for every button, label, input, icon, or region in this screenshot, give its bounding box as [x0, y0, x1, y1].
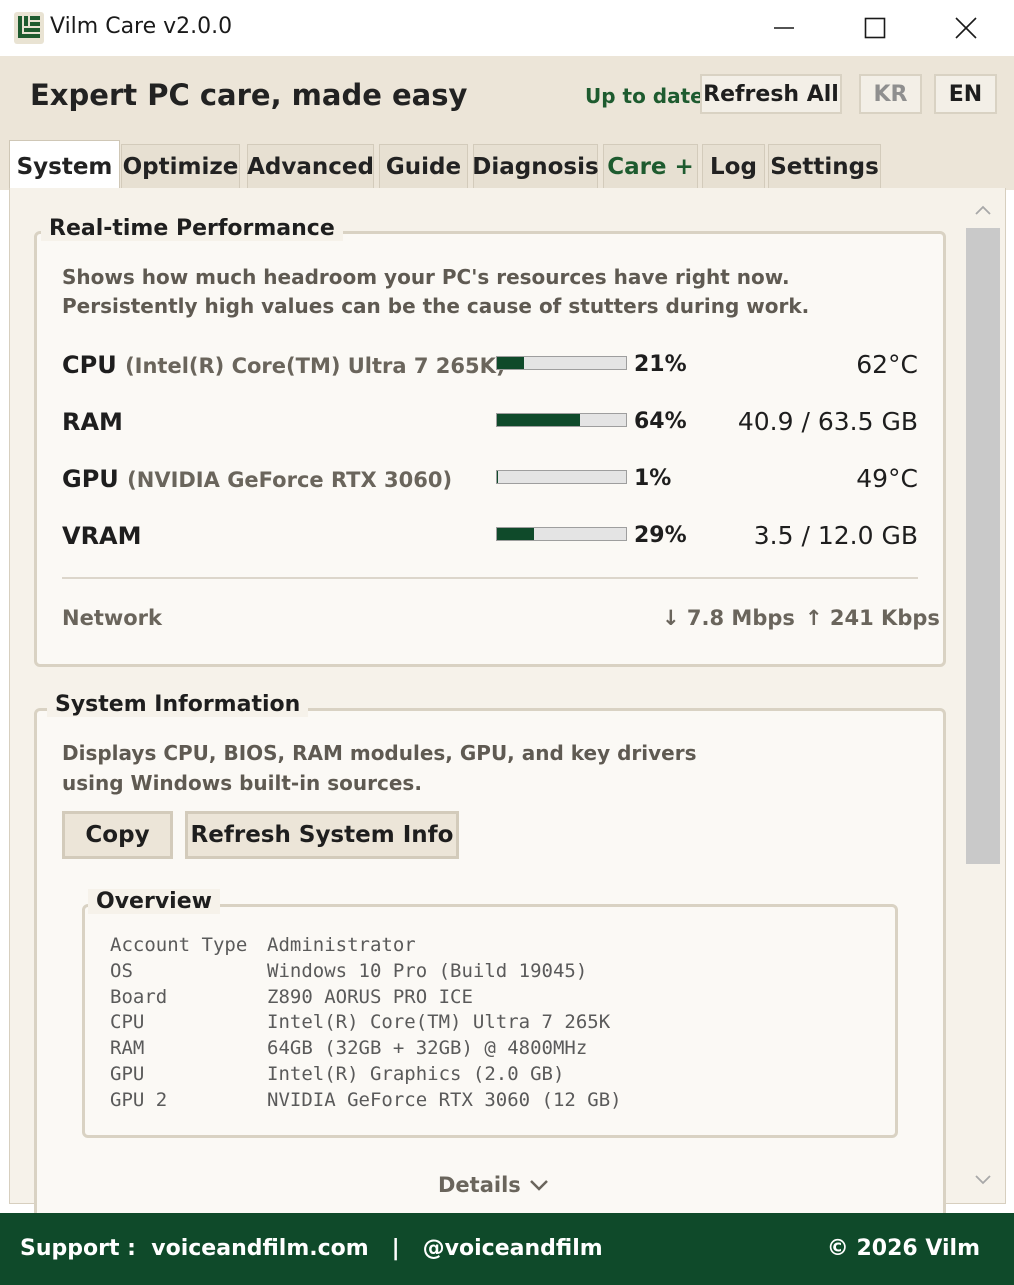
overview-value: Intel(R) Core(TM) Ultra 7 265K: [267, 1011, 611, 1034]
overview-key: Board: [110, 985, 168, 1008]
description-line: Displays CPU, BIOS, RAM modules, GPU, an…: [62, 741, 697, 765]
close-button[interactable]: [920, 0, 1012, 56]
metric-gpu-label: GPU (NVIDIA GeForce RTX 3060): [62, 465, 452, 493]
system-info-title: System Information: [47, 692, 309, 717]
gpu-percent: 1%: [634, 466, 672, 491]
update-status: Up to date: [585, 84, 704, 108]
chevron-down-icon: [529, 1180, 548, 1191]
overview-value: Windows 10 Pro (Build 19045): [267, 959, 588, 982]
overview-value: Intel(R) Graphics (2.0 GB): [267, 1062, 565, 1085]
cpu-usage-fill: [497, 357, 525, 369]
maximize-button[interactable]: [829, 0, 921, 56]
gpu-usage-bar: [496, 470, 627, 484]
overview-value: 64GB (32GB + 32GB) @ 4800MHz: [267, 1037, 588, 1060]
language-en-button[interactable]: EN: [934, 74, 997, 114]
metric-detail: (Intel(R) Core(TM) Ultra 7 265K): [125, 354, 506, 378]
maximize-icon: [864, 17, 886, 39]
cpu-usage-bar: [496, 356, 627, 370]
overview-value: NVIDIA GeForce RTX 3060 (12 GB): [267, 1088, 622, 1111]
copy-button[interactable]: Copy: [62, 811, 173, 859]
gpu-temperature: 49°C: [856, 464, 918, 493]
window-title: Vilm Care v2.0.0: [50, 14, 233, 39]
vram-percent: 29%: [634, 523, 687, 548]
ram-usage-bar: [496, 413, 627, 427]
overview-row: OS Windows 10 Pro (Build 19045): [110, 959, 622, 985]
cpu-percent: 21%: [634, 352, 687, 377]
tab-care-plus[interactable]: Care +: [603, 144, 698, 188]
vram-usage-value: 3.5 / 12.0 GB: [753, 521, 918, 550]
tab-guide[interactable]: Guide: [379, 144, 468, 188]
ram-usage-value: 40.9 / 63.5 GB: [737, 407, 918, 436]
footer: Support : voiceandfilm.com | @voiceandfi…: [0, 1213, 1014, 1285]
details-label: Details: [438, 1173, 521, 1197]
tab-optimize[interactable]: Optimize: [121, 144, 240, 188]
tab-advanced[interactable]: Advanced: [247, 144, 374, 188]
divider: [62, 577, 918, 579]
minimize-icon: [774, 27, 794, 29]
vertical-scrollbar[interactable]: [966, 198, 1000, 1198]
ram-usage-fill: [497, 414, 580, 426]
overview-row: Account Type Administrator: [110, 933, 622, 959]
overview-key: Account Type: [110, 934, 248, 956]
overview-row: GPU Intel(R) Graphics (2.0 GB): [110, 1062, 622, 1088]
refresh-system-info-button[interactable]: Refresh System Info: [185, 811, 459, 859]
network-upload-speed: ↑ 241 Kbps: [805, 606, 940, 630]
metric-name: RAM: [62, 408, 123, 436]
description-line: using Windows built-in sources.: [62, 771, 422, 795]
overview-key: OS: [110, 959, 133, 982]
metric-name: CPU: [62, 351, 117, 379]
overview-value: Administrator: [267, 934, 416, 956]
overview-value: Z890 AORUS PRO ICE: [267, 985, 473, 1008]
overview-row: CPU Intel(R) Core(TM) Ultra 7 265K: [110, 1010, 622, 1036]
overview-table: Account Type Administrator OS Windows 10 P…: [110, 933, 622, 1114]
vram-usage-fill: [497, 528, 535, 540]
cpu-temperature: 62°C: [856, 350, 918, 379]
minimize-button[interactable]: [738, 0, 830, 56]
metric-detail: (NVIDIA GeForce RTX 3060): [127, 468, 453, 492]
metric-name: VRAM: [62, 522, 142, 550]
title-bar: Vilm Care v2.0.0: [0, 0, 1014, 56]
overview-key: GPU 2: [110, 1088, 168, 1111]
close-icon: [955, 17, 977, 39]
metric-vram-label: VRAM: [62, 522, 142, 550]
support-links[interactable]: Support : voiceandfilm.com | @voiceandfi…: [20, 1236, 603, 1261]
copyright: © 2026 Vilm: [826, 1236, 980, 1261]
language-kr-button[interactable]: KR: [859, 74, 922, 114]
details-toggle[interactable]: Details: [438, 1173, 549, 1197]
tab-settings[interactable]: Settings: [768, 144, 881, 188]
overview-key: RAM: [110, 1037, 145, 1060]
overview-title: Overview: [88, 889, 220, 914]
overview-row: GPU 2 NVIDIA GeForce RTX 3060 (12 GB): [110, 1088, 622, 1114]
system-info-description: Displays CPU, BIOS, RAM modules, GPU, an…: [62, 738, 702, 798]
overview-row: Board Z890 AORUS PRO ICE: [110, 985, 622, 1011]
network-label: Network: [62, 606, 163, 630]
vram-usage-bar: [496, 527, 627, 541]
metric-name: GPU: [62, 465, 119, 493]
performance-title: Real-time Performance: [41, 216, 343, 241]
performance-description: Shows how much headroom your PC's resour…: [62, 265, 810, 318]
tagline: Expert PC care, made easy: [30, 78, 468, 112]
tab-bar: System Optimize Advanced Guide Diagnosis…: [0, 134, 1014, 192]
chevron-up-icon[interactable]: [974, 203, 992, 217]
tab-log[interactable]: Log: [702, 144, 765, 188]
tab-system[interactable]: System: [9, 140, 120, 192]
refresh-all-button[interactable]: Refresh All: [700, 74, 842, 114]
gpu-usage-fill: [497, 471, 499, 483]
tab-diagnosis[interactable]: Diagnosis: [472, 144, 599, 188]
vilm-logo-icon: [14, 12, 44, 44]
overview-row: RAM 64GB (32GB + 32GB) @ 4800MHz: [110, 1036, 622, 1062]
chevron-down-icon[interactable]: [974, 1173, 992, 1187]
overview-key: CPU: [110, 1011, 145, 1034]
network-download-speed: ↓ 7.8 Mbps: [662, 606, 795, 630]
scrollbar-thumb[interactable]: [966, 228, 1000, 864]
ram-percent: 64%: [634, 409, 687, 434]
overview-key: GPU: [110, 1062, 145, 1085]
app-header: Expert PC care, made easy Up to date Ref…: [0, 56, 1014, 134]
metric-cpu-label: CPU (Intel(R) Core(TM) Ultra 7 265K): [62, 351, 506, 379]
metric-ram-label: RAM: [62, 408, 123, 436]
